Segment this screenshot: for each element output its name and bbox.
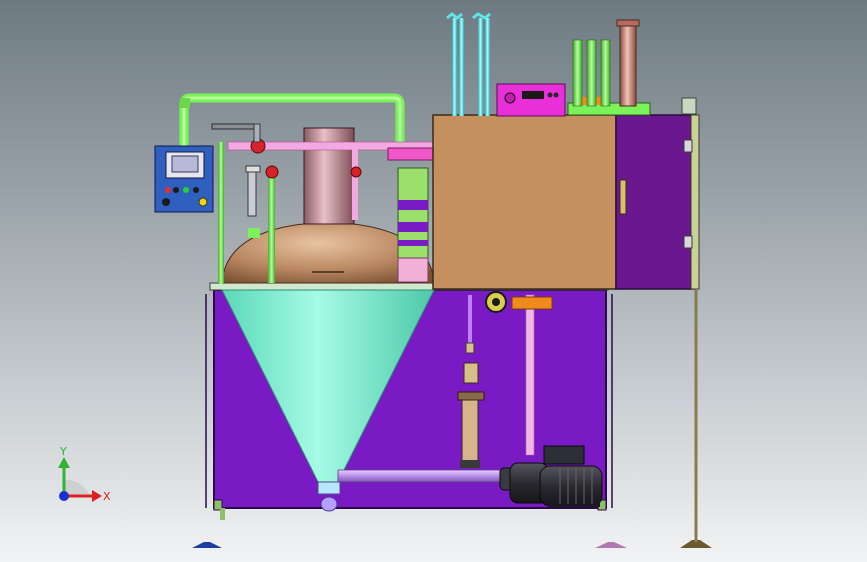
valve-lever-tip bbox=[245, 165, 261, 173]
indicator-light-4 bbox=[193, 187, 199, 193]
copper-column-cap bbox=[616, 19, 640, 27]
controller-dial[interactable] bbox=[504, 92, 516, 104]
controller-display bbox=[522, 91, 544, 99]
indicator-light-1 bbox=[165, 187, 171, 193]
red-valve-lower[interactable] bbox=[265, 165, 279, 179]
foot-middle bbox=[595, 542, 627, 548]
cabinet-handle[interactable] bbox=[619, 179, 627, 215]
control-knob[interactable] bbox=[198, 197, 208, 207]
cyan-tube-bend-left bbox=[446, 12, 463, 20]
green-filter-tube-1[interactable] bbox=[572, 39, 583, 107]
cyan-tube-4[interactable] bbox=[485, 18, 490, 116]
feed-pump-cylinder[interactable] bbox=[461, 399, 479, 463]
indicator-light-2 bbox=[173, 187, 179, 193]
y-axis-label: Y bbox=[59, 445, 67, 458]
green-side-pipe[interactable] bbox=[218, 142, 224, 284]
indicator-light-3 bbox=[183, 187, 189, 193]
pink-inlet-vertical[interactable] bbox=[352, 148, 358, 220]
x-axis-arrow bbox=[92, 490, 102, 502]
filter-bottom[interactable] bbox=[397, 257, 429, 283]
heater-cabinet[interactable] bbox=[432, 114, 617, 290]
green-short-pipe bbox=[248, 228, 260, 238]
feed-pump-top bbox=[463, 362, 479, 384]
control-panel-screen-inner bbox=[171, 155, 199, 173]
spray-dryer-model[interactable]: Y X bbox=[0, 0, 867, 562]
orange-fitting[interactable] bbox=[511, 296, 553, 310]
valve-handle[interactable] bbox=[211, 123, 261, 130]
outlet-pipe[interactable] bbox=[337, 469, 507, 483]
cabinet-side-panel[interactable] bbox=[615, 114, 695, 290]
purple-feed-line[interactable] bbox=[468, 295, 472, 345]
green-filter-tube-3[interactable] bbox=[600, 39, 611, 107]
cabinet-hinge-bottom bbox=[683, 235, 693, 249]
valve-lever[interactable] bbox=[247, 169, 257, 217]
filter-band-3 bbox=[398, 240, 428, 246]
feed-pump-base bbox=[460, 460, 480, 468]
cone-outlet[interactable] bbox=[317, 481, 341, 495]
cyan-tube-3[interactable] bbox=[478, 18, 483, 116]
sample-cup[interactable] bbox=[681, 97, 697, 115]
pink-duct[interactable] bbox=[387, 147, 435, 161]
copper-column[interactable] bbox=[619, 21, 637, 107]
green-inner-pipe[interactable] bbox=[268, 170, 275, 283]
red-valve-right[interactable] bbox=[350, 166, 362, 178]
y-axis-arrow bbox=[58, 457, 70, 468]
frame-leg-left bbox=[220, 508, 225, 520]
cone-outlet-cap bbox=[320, 496, 338, 512]
pressure-gauge-center bbox=[492, 298, 500, 306]
motor-terminal-box[interactable] bbox=[543, 445, 585, 465]
x-axis-label: X bbox=[103, 490, 111, 503]
cyan-tube-2[interactable] bbox=[459, 18, 464, 116]
cabinet-hinge-top bbox=[683, 139, 693, 153]
feed-pump-body[interactable] bbox=[457, 391, 485, 401]
controller-button-2[interactable] bbox=[553, 92, 559, 98]
filter-band-2 bbox=[398, 222, 428, 232]
green-elbow-left bbox=[180, 98, 190, 108]
cyan-tube-1[interactable] bbox=[452, 18, 457, 116]
pink-vertical-pipe[interactable] bbox=[525, 294, 535, 456]
green-filter-tube-2[interactable] bbox=[586, 39, 597, 107]
controller-button-1[interactable] bbox=[547, 92, 553, 98]
filter-band-1 bbox=[398, 200, 428, 210]
valve-stem bbox=[253, 123, 261, 143]
power-switch[interactable] bbox=[162, 198, 170, 206]
axis-triad: Y X bbox=[58, 445, 111, 503]
z-axis-dot bbox=[59, 491, 69, 501]
feed-pump-valve[interactable] bbox=[465, 342, 475, 354]
cad-viewport[interactable]: Y X bbox=[0, 0, 867, 562]
cyan-tube-bend-right bbox=[472, 12, 491, 20]
foot-left bbox=[192, 542, 222, 548]
